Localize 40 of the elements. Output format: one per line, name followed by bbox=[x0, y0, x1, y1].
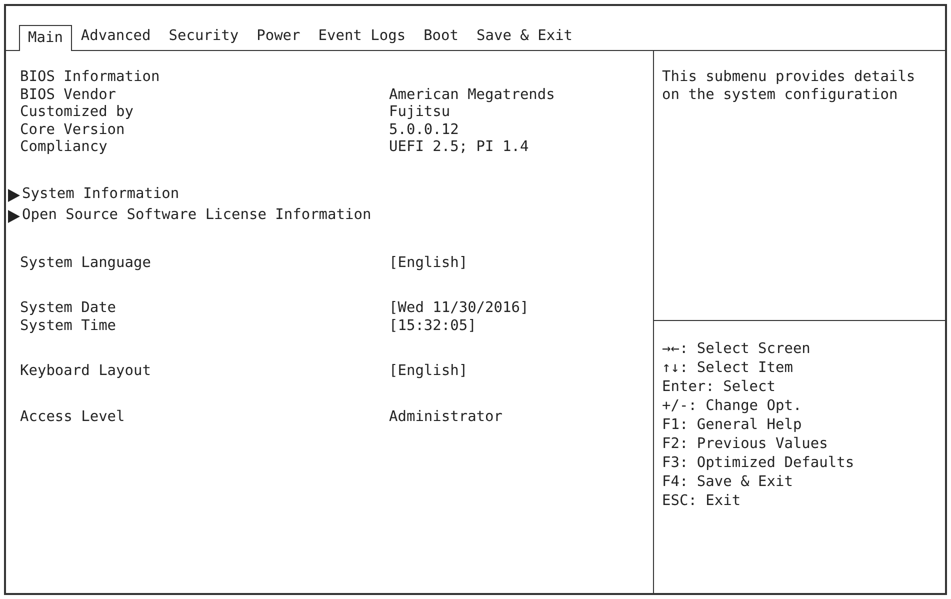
field-label: System Language bbox=[20, 254, 152, 272]
key-hint: Enter: Select bbox=[662, 379, 776, 397]
field-label: Compliancy bbox=[20, 139, 108, 156]
field-label: System Time bbox=[20, 318, 118, 335]
triangle-icon bbox=[8, 210, 20, 222]
field-value: American Megatrends bbox=[389, 86, 555, 104]
key-hint: F3: Optimized Defaults bbox=[662, 455, 856, 473]
tab[interactable]: Security bbox=[160, 24, 248, 50]
setting-value[interactable]: [Wed 11/30/2016] bbox=[389, 300, 529, 318]
key-hint: ESC: Exit bbox=[662, 493, 742, 511]
tab[interactable]: Advanced bbox=[72, 24, 160, 50]
field-value: Administrator bbox=[389, 408, 502, 426]
field-label: Core Version bbox=[20, 122, 126, 139]
key-hint: →←: Select Screen bbox=[662, 341, 812, 359]
key-hint: F2: Previous Values bbox=[662, 436, 829, 454]
tab[interactable]: Event Logs bbox=[309, 24, 415, 50]
setting-value[interactable]: [English] bbox=[389, 363, 468, 380]
tab[interactable]: Power bbox=[248, 24, 310, 50]
field-label: Access Level bbox=[20, 408, 126, 426]
field-value: 5.0.0.12 bbox=[389, 122, 459, 139]
tab[interactable]: Main bbox=[19, 25, 72, 51]
tab[interactable]: Boot bbox=[414, 24, 468, 50]
setting-value[interactable]: [15:32:05] bbox=[389, 318, 476, 335]
key-hint: F4: Save & Exit bbox=[662, 474, 794, 492]
triangle-icon bbox=[8, 188, 20, 202]
field-label: System Date bbox=[20, 300, 118, 318]
key-hint: ↑↓: Select Item bbox=[662, 360, 794, 378]
submenu-item[interactable]: System Information bbox=[8, 184, 653, 206]
field-value: Fujitsu bbox=[389, 104, 450, 122]
field-label: Customized by bbox=[20, 104, 134, 122]
help-text: This submenu provides details on the system configuration bbox=[662, 69, 916, 104]
key-hint: +/-: Change Opt. bbox=[662, 398, 803, 416]
field-value: UEFI 2.5; PI 1.4 bbox=[389, 139, 529, 156]
key-hint: F1: General Help bbox=[662, 417, 803, 435]
submenu-item[interactable]: Open Source Software License Information bbox=[8, 206, 653, 226]
section-heading: BIOS Information bbox=[20, 69, 161, 86]
setting-value[interactable]: [English] bbox=[389, 254, 468, 272]
field-label: Keyboard Layout bbox=[20, 363, 152, 380]
field-label: BIOS Vendor bbox=[20, 86, 118, 104]
tab[interactable]: Save & Exit bbox=[468, 24, 582, 50]
